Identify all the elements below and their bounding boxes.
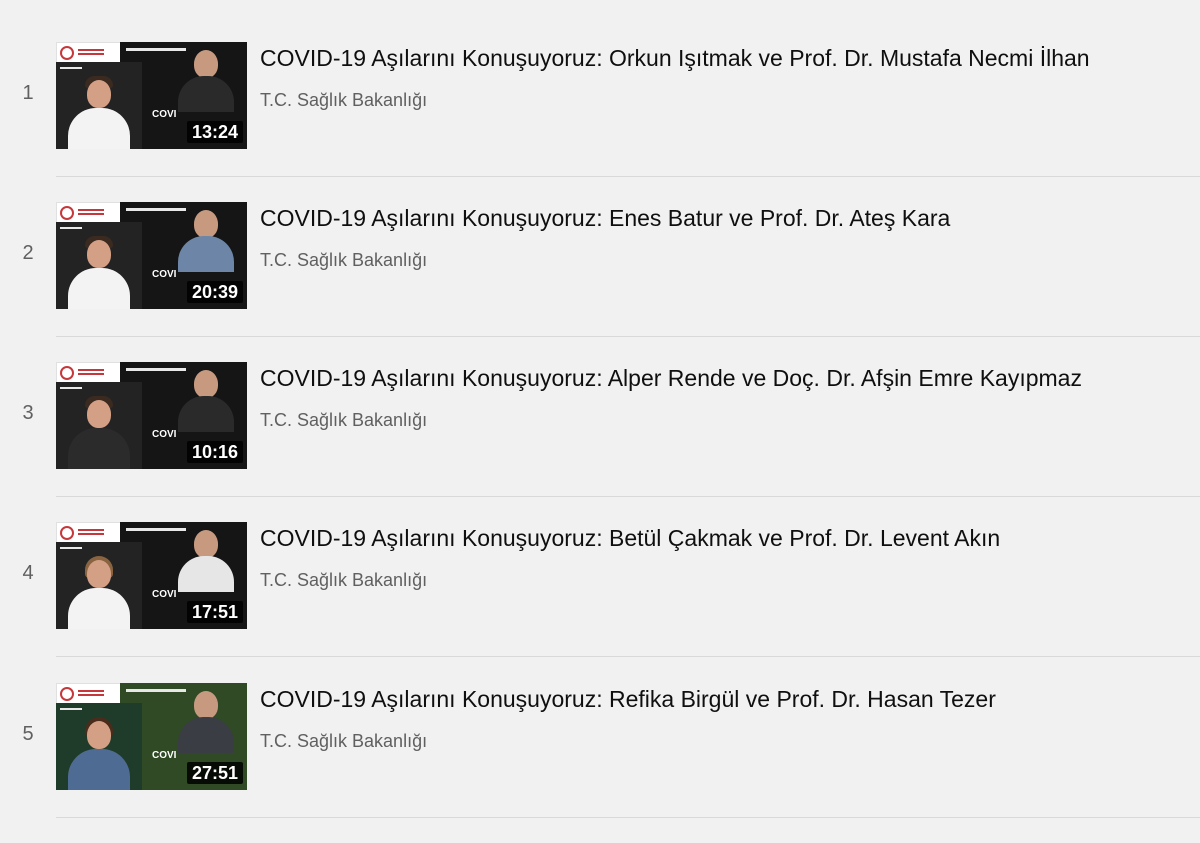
divider <box>56 496 1200 497</box>
ministry-logo-icon <box>60 46 74 60</box>
divider <box>56 817 1200 818</box>
ministry-logo-icon <box>60 526 74 540</box>
expert-portrait <box>174 530 238 592</box>
item-index: 5 <box>22 723 34 745</box>
guest-portrait <box>56 62 142 149</box>
channel-name[interactable]: T.C. Sağlık Bakanlığı <box>260 569 427 591</box>
expert-portrait <box>174 210 238 272</box>
video-title[interactable]: COVID-19 Aşılarını Konuşuyoruz: Alper Re… <box>260 363 1190 393</box>
video-thumbnail[interactable]: COVI 17:51 <box>56 522 247 629</box>
divider <box>56 656 1200 657</box>
thumbnail-caption: COVI <box>152 589 177 600</box>
video-title[interactable]: COVID-19 Aşılarını Konuşuyoruz: Betül Ça… <box>260 523 1190 553</box>
item-index: 4 <box>22 562 34 584</box>
guest-portrait <box>56 382 142 469</box>
duration-badge: 13:24 <box>186 121 243 143</box>
playlist: 1 COVI 13:24 COVID-19 Aşılarını Konuşuyo… <box>0 0 1200 821</box>
thumbnail-caption: COVI <box>152 750 177 761</box>
thumbnail-caption: COVI <box>152 429 177 440</box>
item-index: 1 <box>22 82 34 104</box>
ministry-logo-icon <box>60 687 74 701</box>
video-title[interactable]: COVID-19 Aşılarını Konuşuyoruz: Orkun Iş… <box>260 43 1190 73</box>
duration-badge: 10:16 <box>186 441 243 463</box>
video-thumbnail[interactable]: COVI 27:51 <box>56 683 247 790</box>
video-thumbnail[interactable]: COVI 13:24 <box>56 42 247 149</box>
duration-badge: 27:51 <box>186 762 243 784</box>
item-index: 2 <box>22 242 34 264</box>
channel-name[interactable]: T.C. Sağlık Bakanlığı <box>260 730 427 752</box>
expert-portrait <box>174 50 238 112</box>
guest-portrait <box>56 222 142 309</box>
expert-portrait <box>174 370 238 432</box>
video-thumbnail[interactable]: COVI 10:16 <box>56 362 247 469</box>
playlist-item[interactable]: 2 COVI 20:39 COVID-19 Aşılarını Konuşuyo… <box>0 202 1200 362</box>
playlist-item[interactable]: 3 COVI 10:16 COVID-19 Aşılarını Konuşuyo… <box>0 362 1200 522</box>
channel-name[interactable]: T.C. Sağlık Bakanlığı <box>260 249 427 271</box>
item-index: 3 <box>22 402 34 424</box>
thumbnail-caption: COVI <box>152 109 177 120</box>
guest-portrait <box>56 542 142 629</box>
video-title[interactable]: COVID-19 Aşılarını Konuşuyoruz: Enes Bat… <box>260 203 1190 233</box>
playlist-item[interactable]: 4 COVI 17:51 COVID-19 Aşılarını Konuşuyo… <box>0 522 1200 682</box>
divider <box>56 336 1200 337</box>
guest-portrait <box>56 703 142 790</box>
channel-name[interactable]: T.C. Sağlık Bakanlığı <box>260 89 427 111</box>
video-thumbnail[interactable]: COVI 20:39 <box>56 202 247 309</box>
duration-badge: 20:39 <box>186 281 243 303</box>
ministry-logo-icon <box>60 206 74 220</box>
thumbnail-caption: COVI <box>152 269 177 280</box>
channel-name[interactable]: T.C. Sağlık Bakanlığı <box>260 409 427 431</box>
playlist-item[interactable]: 5 COVI 27:51 COVID-19 Aşılarını Konuşuyo… <box>0 683 1200 843</box>
duration-badge: 17:51 <box>186 601 243 623</box>
playlist-item[interactable]: 1 COVI 13:24 COVID-19 Aşılarını Konuşuyo… <box>0 42 1200 202</box>
ministry-logo-icon <box>60 366 74 380</box>
divider <box>56 176 1200 177</box>
expert-portrait <box>174 691 238 753</box>
video-title[interactable]: COVID-19 Aşılarını Konuşuyoruz: Refika B… <box>260 684 1190 714</box>
